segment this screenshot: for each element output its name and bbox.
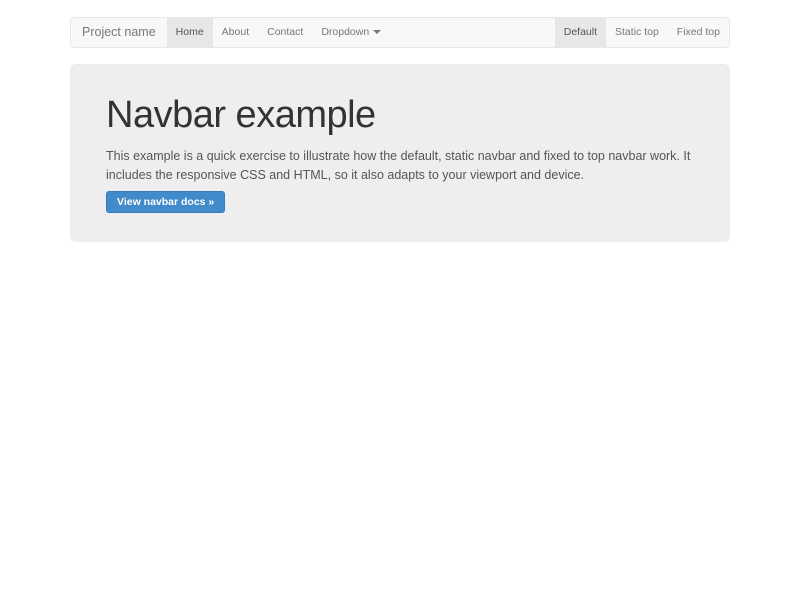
- jumbotron: Navbar example This example is a quick e…: [70, 64, 730, 242]
- navbar-right-nav: Default Static top Fixed top: [555, 18, 729, 47]
- nav-item-default: Default: [555, 18, 606, 47]
- nav-item-dropdown: Dropdown: [312, 18, 390, 47]
- nav-link-dropdown[interactable]: Dropdown: [312, 18, 390, 47]
- nav-link-about[interactable]: About: [213, 18, 258, 47]
- nav-link-home[interactable]: Home: [167, 18, 213, 47]
- nav-item-static-top: Static top: [606, 18, 668, 47]
- navbar-brand[interactable]: Project name: [71, 18, 167, 47]
- caret-down-icon: [373, 30, 381, 34]
- content-container: Project name Home About Contact Dropdown…: [70, 17, 730, 242]
- nav-link-fixed-top[interactable]: Fixed top: [668, 18, 729, 47]
- nav-link-static-top[interactable]: Static top: [606, 18, 668, 47]
- top-navbar: Project name Home About Contact Dropdown…: [70, 17, 730, 48]
- view-navbar-docs-button[interactable]: View navbar docs »: [106, 191, 225, 213]
- page-title: Navbar example: [106, 95, 694, 137]
- dropdown-label: Dropdown: [321, 26, 369, 38]
- nav-link-contact[interactable]: Contact: [258, 18, 312, 47]
- nav-link-default[interactable]: Default: [555, 18, 606, 47]
- page: Project name Home About Contact Dropdown…: [0, 0, 800, 600]
- nav-item-contact: Contact: [258, 18, 312, 47]
- nav-item-about: About: [213, 18, 258, 47]
- lead-paragraph: This example is a quick exercise to illu…: [106, 147, 694, 185]
- nav-item-home: Home: [167, 18, 213, 47]
- navbar-left-nav: Home About Contact Dropdown: [167, 18, 391, 47]
- nav-item-fixed-top: Fixed top: [668, 18, 729, 47]
